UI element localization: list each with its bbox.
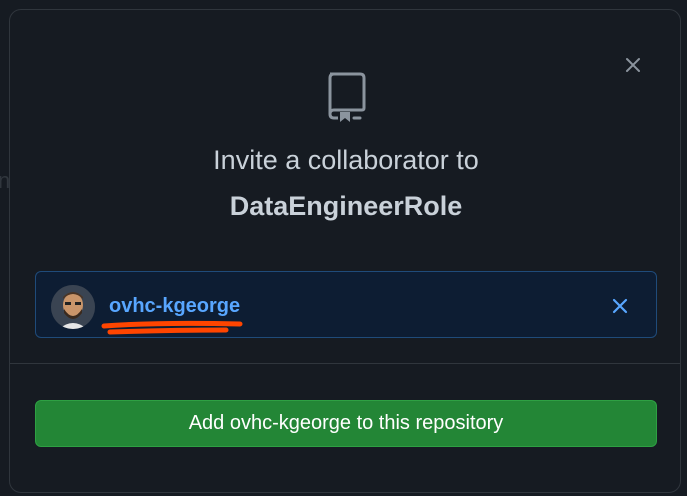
selected-username[interactable]: ovhc-kgeorge	[109, 294, 240, 318]
dialog-title: Invite a collaborator to	[213, 145, 479, 175]
remove-user-button[interactable]	[607, 293, 633, 319]
repo-icon	[328, 72, 366, 122]
highlight-underline	[101, 320, 243, 335]
close-icon	[626, 58, 640, 72]
add-collaborator-button[interactable]: Add ovhc-kgeorge to this repository	[35, 400, 657, 447]
divider	[10, 363, 680, 364]
close-button[interactable]	[618, 50, 648, 80]
repository-name: DataEngineerRole	[229, 191, 463, 221]
avatar	[51, 285, 95, 329]
invite-collaborator-dialog: Invite a collaborator to DataEngineerRol…	[9, 9, 681, 493]
selected-user-chip: ovhc-kgeorge	[35, 271, 657, 338]
x-icon	[612, 298, 628, 314]
